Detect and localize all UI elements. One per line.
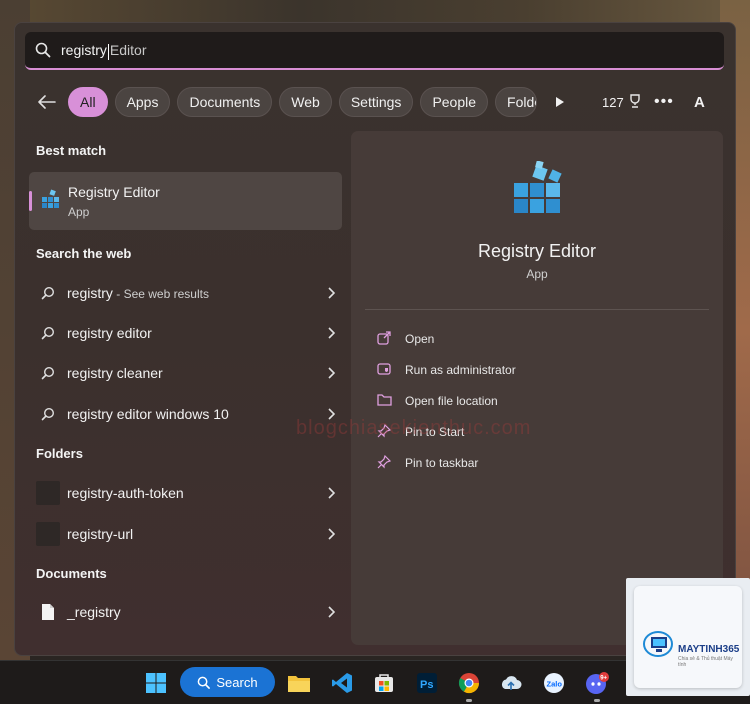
microsoft-store-icon[interactable] bbox=[370, 669, 398, 697]
web-result-subtext: - See web results bbox=[112, 287, 209, 301]
watermark-text: blogchiasekienthuc.com bbox=[296, 417, 532, 439]
pin-icon bbox=[377, 454, 405, 472]
chevron-right-icon bbox=[320, 287, 342, 299]
web-search-icon bbox=[29, 326, 67, 340]
chevron-right-icon bbox=[320, 487, 342, 499]
detail-app-type: App bbox=[526, 267, 548, 281]
document-result-text: _registry bbox=[67, 604, 121, 620]
search-icon bbox=[198, 676, 211, 689]
chrome-icon[interactable] bbox=[455, 669, 483, 697]
brand-name: MAYTINH365 bbox=[678, 644, 740, 655]
scroll-right-play-icon[interactable] bbox=[548, 90, 572, 114]
best-match-name: Registry Editor bbox=[68, 184, 160, 200]
detail-app-name: Registry Editor bbox=[477, 241, 597, 261]
web-result-text: registry editor windows 10 bbox=[67, 406, 229, 422]
discord-icon[interactable]: 9+ bbox=[583, 669, 611, 697]
action-pin-to-taskbar[interactable]: Pin to taskbar bbox=[377, 452, 478, 474]
running-indicator bbox=[466, 699, 472, 702]
svg-text:Zalo: Zalo bbox=[547, 680, 563, 689]
taskbar-search-button[interactable]: Search bbox=[180, 667, 275, 697]
registry-editor-icon bbox=[41, 189, 61, 216]
best-match-result[interactable]: Registry Editor App bbox=[29, 172, 342, 230]
web-result-item[interactable]: registry - See web results bbox=[29, 275, 342, 311]
filter-chip-all[interactable]: All bbox=[68, 87, 108, 117]
filter-chip-folders[interactable]: Folde bbox=[495, 87, 538, 117]
action-open-file-location-label: Open file location bbox=[405, 394, 498, 408]
back-arrow-icon[interactable] bbox=[34, 89, 60, 115]
more-options-icon[interactable]: ••• bbox=[654, 93, 674, 111]
filter-chip-settings[interactable]: Settings bbox=[338, 87, 414, 117]
folder-result-item[interactable]: registry-auth-token bbox=[29, 475, 342, 511]
best-match-heading: Best match bbox=[36, 143, 107, 158]
photoshop-icon[interactable]: Ps bbox=[413, 669, 441, 697]
detail-pane: Registry Editor App Open Run as administ… bbox=[351, 131, 723, 645]
windows-start-icon[interactable] bbox=[142, 669, 170, 697]
brand-tagline: Chia sẻ & Thủ thuật Máy tính bbox=[678, 656, 733, 668]
vscode-icon[interactable] bbox=[328, 669, 356, 697]
text-caret bbox=[107, 43, 109, 60]
documents-heading: Documents bbox=[36, 566, 107, 581]
cloud-app-icon[interactable] bbox=[497, 669, 525, 697]
zalo-icon[interactable]: Zalo bbox=[540, 669, 568, 697]
rewards-points[interactable]: 127 bbox=[602, 93, 642, 111]
taskbar-search-label: Search bbox=[216, 674, 258, 690]
action-open-file-location[interactable]: Open file location bbox=[377, 390, 498, 412]
action-open[interactable]: Open bbox=[377, 328, 434, 350]
web-search-icon bbox=[29, 286, 67, 300]
file-explorer-icon[interactable] bbox=[285, 669, 313, 697]
search-web-heading: Search the web bbox=[36, 246, 132, 261]
rewards-trophy-icon bbox=[628, 93, 642, 111]
folder-thumbnail bbox=[36, 481, 60, 505]
web-result-item[interactable]: registry cleaner bbox=[29, 355, 342, 391]
folder-thumbnail bbox=[36, 522, 60, 546]
search-query-text: registry bbox=[61, 42, 107, 58]
search-autocomplete: Editor bbox=[109, 42, 147, 58]
web-result-text: registry editor bbox=[67, 325, 152, 341]
document-result-item[interactable]: _registry bbox=[29, 594, 342, 630]
action-run-as-admin-label: Run as administrator bbox=[405, 363, 516, 377]
folder-result-text: registry-auth-token bbox=[67, 485, 184, 501]
filter-chip-web[interactable]: Web bbox=[279, 87, 332, 117]
computer-logo-icon bbox=[643, 631, 673, 657]
running-indicator bbox=[594, 699, 600, 702]
brand-logo-inner: MAYTINH365 Chia sẻ & Thủ thuật Máy tính bbox=[634, 586, 742, 688]
account-avatar[interactable]: A bbox=[694, 94, 705, 111]
chevron-right-icon bbox=[320, 528, 342, 540]
web-result-item[interactable]: registry editor bbox=[29, 315, 342, 351]
filter-chip-people[interactable]: People bbox=[420, 87, 489, 117]
search-icon bbox=[25, 42, 61, 58]
filter-bar: All Apps Documents Web Settings People F… bbox=[34, 86, 724, 118]
detail-divider bbox=[365, 309, 709, 310]
filter-chip-apps[interactable]: Apps bbox=[114, 87, 171, 117]
folder-result-item[interactable]: registry-url bbox=[29, 516, 342, 552]
chevron-right-icon bbox=[320, 606, 342, 618]
action-pin-to-taskbar-label: Pin to taskbar bbox=[405, 456, 479, 470]
shield-admin-icon bbox=[377, 362, 405, 379]
chevron-right-icon bbox=[320, 327, 342, 339]
rewards-points-value: 127 bbox=[602, 94, 624, 110]
filter-chip-documents[interactable]: Documents bbox=[177, 87, 273, 117]
folder-icon bbox=[377, 393, 405, 409]
web-search-icon bbox=[29, 407, 67, 421]
web-search-icon bbox=[29, 366, 67, 380]
folder-result-text: registry-url bbox=[67, 526, 134, 542]
discord-badge: 9+ bbox=[600, 676, 607, 682]
svg-text:Ps: Ps bbox=[420, 679, 433, 691]
folders-heading: Folders bbox=[36, 446, 83, 461]
brand-logo-card: MAYTINH365 Chia sẻ & Thủ thuật Máy tính bbox=[626, 578, 750, 696]
document-file-icon bbox=[29, 603, 67, 621]
open-icon bbox=[377, 330, 405, 348]
search-input[interactable]: registry Editor bbox=[25, 32, 724, 70]
action-run-as-admin[interactable]: Run as administrator bbox=[377, 359, 516, 381]
best-match-type: App bbox=[68, 205, 90, 219]
chevron-right-icon bbox=[320, 367, 342, 379]
action-open-label: Open bbox=[405, 332, 435, 346]
selection-indicator bbox=[29, 191, 32, 211]
registry-editor-large-icon bbox=[512, 160, 566, 222]
web-result-text: registry cleaner bbox=[67, 365, 163, 381]
web-result-text: registry bbox=[67, 285, 113, 301]
